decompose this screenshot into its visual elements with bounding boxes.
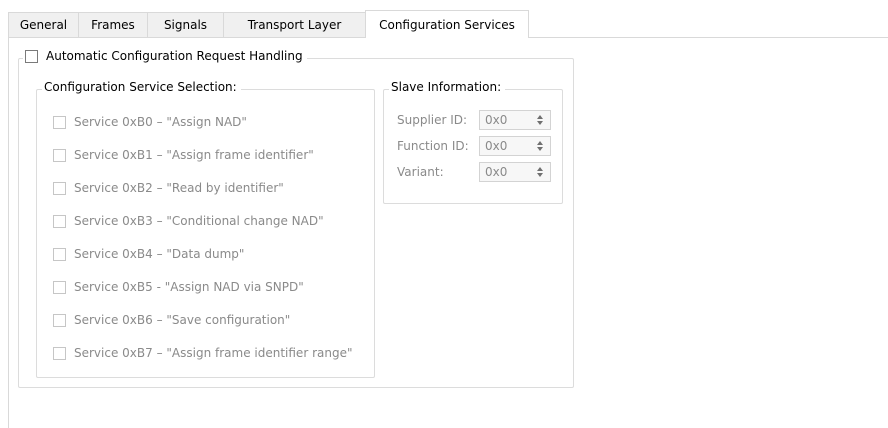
tab-content-configuration-services: Automatic Configuration Request Handling… [8, 38, 888, 428]
service-selection-group: Configuration Service Selection: Service… [36, 80, 375, 378]
service-b6-checkbox[interactable] [53, 313, 66, 327]
supplier-id-value[interactable]: 0x0 [480, 113, 532, 127]
automatic-config-checkbox[interactable] [25, 49, 38, 63]
automatic-config-label: Automatic Configuration Request Handling [46, 49, 303, 63]
tab-general[interactable]: General [8, 12, 79, 37]
function-id-spin-arrows-icon[interactable] [532, 137, 548, 155]
service-b1-row[interactable]: Service 0xB1 – "Assign frame identifier" [53, 148, 314, 162]
service-b5-row[interactable]: Service 0xB5 - "Assign NAD via SNPD" [53, 280, 304, 294]
supplier-id-row: Supplier ID: 0x0 [397, 110, 551, 130]
service-b7-checkbox[interactable] [53, 346, 66, 360]
service-b4-row[interactable]: Service 0xB4 – "Data dump" [53, 247, 244, 261]
function-id-row: Function ID: 0x0 [397, 136, 551, 156]
variant-label: Variant: [397, 165, 444, 179]
tab-configuration-services[interactable]: Configuration Services [365, 10, 529, 39]
function-id-value[interactable]: 0x0 [480, 139, 532, 153]
tab-frames[interactable]: Frames [78, 12, 148, 37]
supplier-id-label: Supplier ID: [397, 113, 468, 127]
service-b1-label: Service 0xB1 – "Assign frame identifier" [74, 148, 314, 162]
automatic-config-legend: Automatic Configuration Request Handling [23, 49, 307, 63]
slave-info-group: Slave Information: Supplier ID: 0x0 Func… [383, 80, 563, 204]
service-b4-label: Service 0xB4 – "Data dump" [74, 247, 245, 261]
service-b6-row[interactable]: Service 0xB6 – "Save configuration" [53, 313, 290, 327]
variant-spin-arrows-icon[interactable] [532, 163, 548, 181]
function-id-spinbox[interactable]: 0x0 [479, 136, 551, 156]
variant-row: Variant: 0x0 [397, 162, 551, 182]
service-b5-label: Service 0xB5 - "Assign NAD via SNPD" [74, 280, 304, 294]
supplier-id-spinbox[interactable]: 0x0 [479, 110, 551, 130]
tab-transport-layer[interactable]: Transport Layer [223, 12, 366, 37]
service-b0-row[interactable]: Service 0xB0 – "Assign NAD" [53, 115, 247, 129]
tab-bar: General Frames Signals Transport Layer C… [8, 10, 888, 39]
slave-info-title: Slave Information: [389, 80, 506, 94]
tab-signals[interactable]: Signals [147, 12, 224, 37]
service-b3-checkbox[interactable] [53, 214, 66, 228]
service-b1-checkbox[interactable] [53, 148, 66, 162]
service-b0-checkbox[interactable] [53, 115, 66, 129]
service-b2-row[interactable]: Service 0xB2 – "Read by identifier" [53, 181, 284, 195]
service-b3-row[interactable]: Service 0xB3 – "Conditional change NAD" [53, 214, 324, 228]
variant-spinbox[interactable]: 0x0 [479, 162, 551, 182]
service-b2-checkbox[interactable] [53, 181, 66, 195]
service-b3-label: Service 0xB3 – "Conditional change NAD" [74, 214, 324, 228]
variant-value[interactable]: 0x0 [480, 165, 532, 179]
service-b7-label: Service 0xB7 – "Assign frame identifier … [74, 346, 353, 360]
function-id-label: Function ID: [397, 139, 469, 153]
service-selection-title: Configuration Service Selection: [42, 80, 241, 94]
automatic-config-group: Automatic Configuration Request Handling… [18, 49, 574, 388]
supplier-id-spin-arrows-icon[interactable] [532, 111, 548, 129]
service-b6-label: Service 0xB6 – "Save configuration" [74, 313, 291, 327]
service-b5-checkbox[interactable] [53, 280, 66, 294]
service-b0-label: Service 0xB0 – "Assign NAD" [74, 115, 247, 129]
service-b7-row[interactable]: Service 0xB7 – "Assign frame identifier … [53, 346, 352, 360]
service-b2-label: Service 0xB2 – "Read by identifier" [74, 181, 284, 195]
service-b4-checkbox[interactable] [53, 247, 66, 261]
